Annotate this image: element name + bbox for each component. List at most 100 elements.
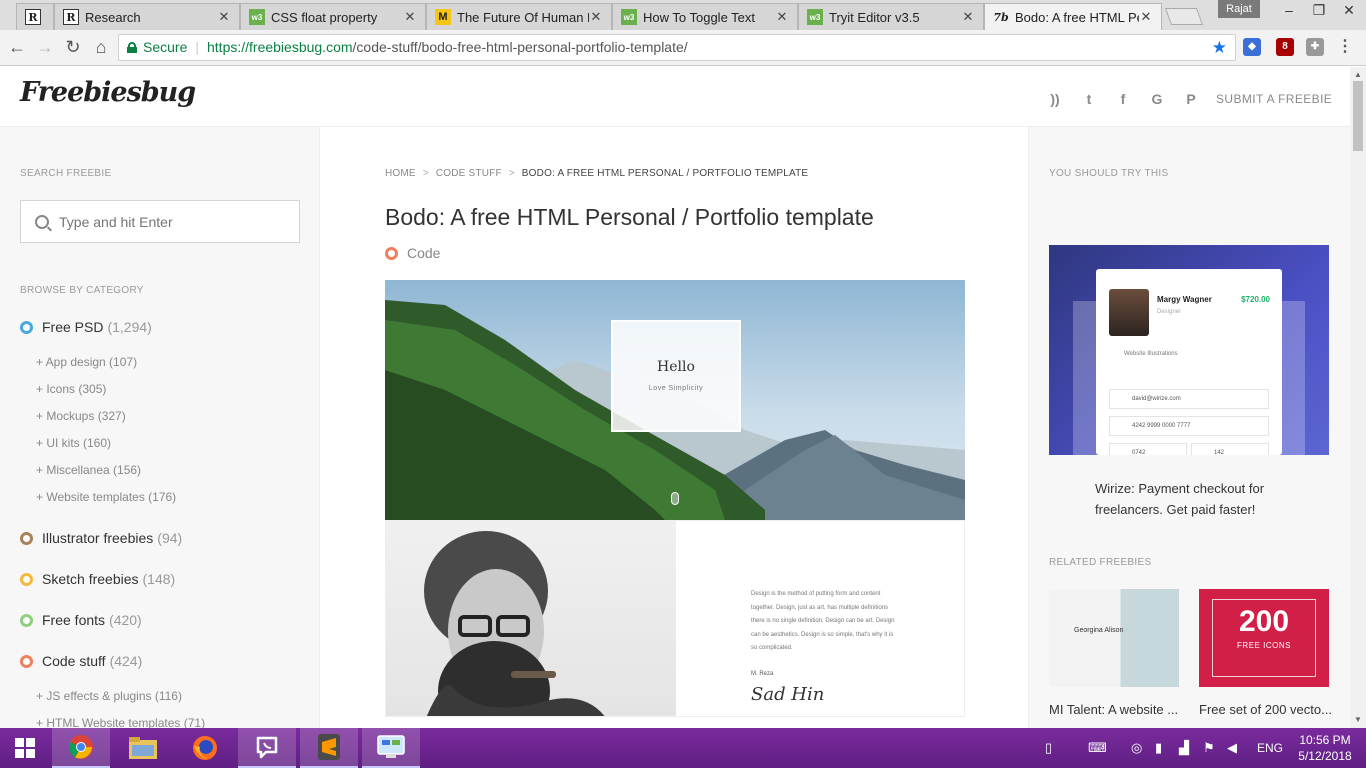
related-label: RELATED FREEBIES — [1049, 557, 1152, 568]
viber-taskbar-icon[interactable] — [238, 728, 296, 768]
scroll-up-icon[interactable]: ▲ — [1354, 70, 1362, 79]
category-free-psd[interactable]: Free PSD (1,294) — [20, 319, 152, 335]
twitter-icon[interactable]: t — [1081, 91, 1097, 107]
breadcrumb-category[interactable]: CODE STUFF — [436, 168, 502, 179]
search-box[interactable] — [20, 200, 300, 243]
sublime-taskbar-icon[interactable] — [300, 728, 358, 768]
forward-icon[interactable]: → — [34, 36, 56, 58]
subcategory-miscellanea[interactable]: + Miscellanea (156) — [36, 463, 141, 477]
subcategory-website-templates[interactable]: + Website templates (176) — [36, 490, 176, 504]
file-explorer-taskbar-icon[interactable] — [114, 728, 172, 768]
ad-caption[interactable]: Wirize: Payment checkout for freelancers… — [1095, 478, 1305, 520]
scrollbar-thumb[interactable] — [1353, 81, 1363, 151]
secure-label: Secure — [143, 39, 188, 55]
battery-icon[interactable]: ▮ — [1155, 740, 1162, 756]
network-icon[interactable]: ▟ — [1179, 740, 1189, 756]
category-count: (148) — [142, 571, 176, 587]
page-scrollbar[interactable]: ▲ ▼ — [1350, 67, 1366, 728]
chrome-taskbar-icon[interactable] — [52, 728, 110, 768]
subcategory-app-design[interactable]: + App design (107) — [36, 355, 137, 369]
viber-tray-icon[interactable]: ◎ — [1131, 740, 1142, 756]
tab-research[interactable]: R Research ✕ — [54, 3, 240, 30]
tab-close-icon[interactable]: ✕ — [403, 9, 417, 25]
new-tab-button[interactable] — [1164, 8, 1204, 25]
facebook-icon[interactable]: f — [1115, 91, 1131, 107]
breadcrumb-current: BODO: A FREE HTML PERSONAL / PORTFOLIO T… — [521, 168, 809, 179]
subcategory-ui-kits[interactable]: + UI kits (160) — [36, 436, 111, 450]
tab-bodo-active[interactable]: 7b Bodo: A free HTML Pers ✕ — [984, 3, 1162, 30]
tab-title: The Future Of Human E — [457, 9, 589, 25]
related-thumb-200-icons[interactable]: 200 FREE ICONS — [1199, 589, 1329, 687]
related-thumb-mi-talent[interactable]: Georgina Alison — [1049, 589, 1179, 687]
bookmark-star-icon[interactable]: ★ — [1212, 35, 1227, 60]
related-thumb-text: FREE ICONS — [1237, 641, 1291, 650]
tab-close-icon[interactable]: ✕ — [961, 9, 975, 25]
try-this-label: YOU SHOULD TRY THIS — [1049, 168, 1169, 179]
related-title[interactable]: Free set of 200 vecto... — [1199, 702, 1334, 717]
site-logo[interactable]: Freebiesbug — [20, 77, 196, 108]
category-name: Illustrator freebies — [42, 530, 154, 546]
rss-icon[interactable]: )) — [1047, 91, 1063, 107]
language-indicator[interactable]: ENG — [1257, 741, 1283, 755]
breadcrumb-home[interactable]: HOME — [385, 168, 416, 179]
category-dot-icon — [20, 531, 33, 545]
windows-taskbar: ▯ ⌨ ◎ ▮ ▟ ⚑ ◀ ENG 10:56 PM 5/12/2018 — [0, 728, 1366, 768]
firefox-taskbar-icon[interactable] — [176, 728, 234, 768]
pinterest-icon[interactable]: P — [1183, 91, 1199, 107]
url-text[interactable]: https://freebiesbug.com/code-stuff/bodo-… — [207, 35, 688, 60]
profile-button[interactable]: Rajat — [1218, 0, 1260, 18]
back-icon[interactable]: ← — [6, 36, 28, 58]
tab-close-icon[interactable]: ✕ — [217, 9, 231, 25]
category-code-stuff[interactable]: Code stuff (424) — [20, 653, 142, 669]
tab-close-icon[interactable]: ✕ — [1139, 9, 1153, 25]
control-panel-taskbar-icon[interactable] — [362, 728, 420, 768]
ad-price: $720.00 — [1241, 295, 1270, 304]
category-illustrator[interactable]: Illustrator freebies (94) — [20, 530, 182, 546]
subcategory-html-templates[interactable]: + HTML Website templates (71) — [36, 716, 205, 728]
start-button[interactable] — [0, 728, 50, 768]
category-fonts[interactable]: Free fonts (420) — [20, 612, 142, 628]
scroll-down-icon[interactable]: ▼ — [1354, 715, 1362, 724]
tab-pinned-r[interactable]: R — [16, 3, 54, 30]
related-title[interactable]: MI Talent: A website ... — [1049, 702, 1184, 717]
volume-icon[interactable]: ◀ — [1227, 740, 1237, 756]
ublock-icon[interactable]: 8 — [1276, 38, 1294, 56]
tab-toggle-text[interactable]: w3 How To Toggle Text ✕ — [612, 3, 798, 30]
touch-keyboard-mouse-icon[interactable]: ▯ — [1045, 740, 1052, 756]
tab-future-human[interactable]: M The Future Of Human E ✕ — [426, 3, 612, 30]
tab-close-icon[interactable]: ✕ — [775, 9, 789, 25]
category-name: Code stuff — [42, 653, 106, 669]
system-clock[interactable]: 10:56 PM 5/12/2018 — [1296, 732, 1354, 764]
extension-badge: 8 — [1282, 41, 1288, 52]
browser-toolbar: ← → ↻ ⌂ Secure | https://freebiesbug.com… — [0, 30, 1366, 66]
category-sketch[interactable]: Sketch freebies (148) — [20, 571, 175, 587]
search-input[interactable] — [59, 213, 279, 230]
google-icon[interactable]: G — [1149, 91, 1165, 107]
sponsored-ad-image[interactable]: Margy Wagner Designer $720.00 Website Il… — [1049, 245, 1329, 455]
close-window-icon[interactable]: ✕ — [1334, 0, 1364, 20]
reload-icon[interactable]: ↻ — [62, 36, 84, 58]
submit-freebie-link[interactable]: SUBMIT A FREEBIE — [1216, 92, 1332, 106]
extension-icon[interactable]: ◆ — [1243, 38, 1261, 56]
puzzle-extension-icon[interactable]: ✚ — [1306, 38, 1324, 56]
maximize-icon[interactable]: ❐ — [1304, 0, 1334, 20]
left-sidebar: SEARCH FREEBIE BROWSE BY CATEGORY Free P… — [0, 127, 320, 728]
w3schools-favicon-icon: w3 — [249, 9, 265, 25]
tab-tryit-editor[interactable]: w3 Tryit Editor v3.5 ✕ — [798, 3, 984, 30]
secure-indicator[interactable]: Secure — [127, 35, 187, 60]
tab-close-icon[interactable]: ✕ — [589, 9, 603, 25]
sublime-text-icon — [318, 734, 340, 760]
post-category-tag[interactable]: Code — [385, 245, 440, 261]
subcategory-mockups[interactable]: + Mockups (327) — [36, 409, 126, 423]
action-flag-icon[interactable]: ⚑ — [1203, 740, 1215, 756]
clock-date: 5/12/2018 — [1298, 749, 1352, 763]
minimize-icon[interactable]: – — [1274, 0, 1304, 20]
ad-item-label: Website Illustrations — [1124, 351, 1178, 357]
subcategory-js-effects[interactable]: + JS effects & plugins (116) — [36, 689, 182, 703]
tab-css-float[interactable]: w3 CSS float property ✕ — [240, 3, 426, 30]
menu-icon[interactable]: ⋮ — [1336, 38, 1354, 56]
subcategory-icons[interactable]: + Icons (305) — [36, 382, 106, 396]
keyboard-icon[interactable]: ⌨ — [1088, 740, 1107, 756]
home-icon[interactable]: ⌂ — [90, 36, 112, 58]
address-bar[interactable]: Secure | https://freebiesbug.com/code-st… — [118, 34, 1236, 61]
